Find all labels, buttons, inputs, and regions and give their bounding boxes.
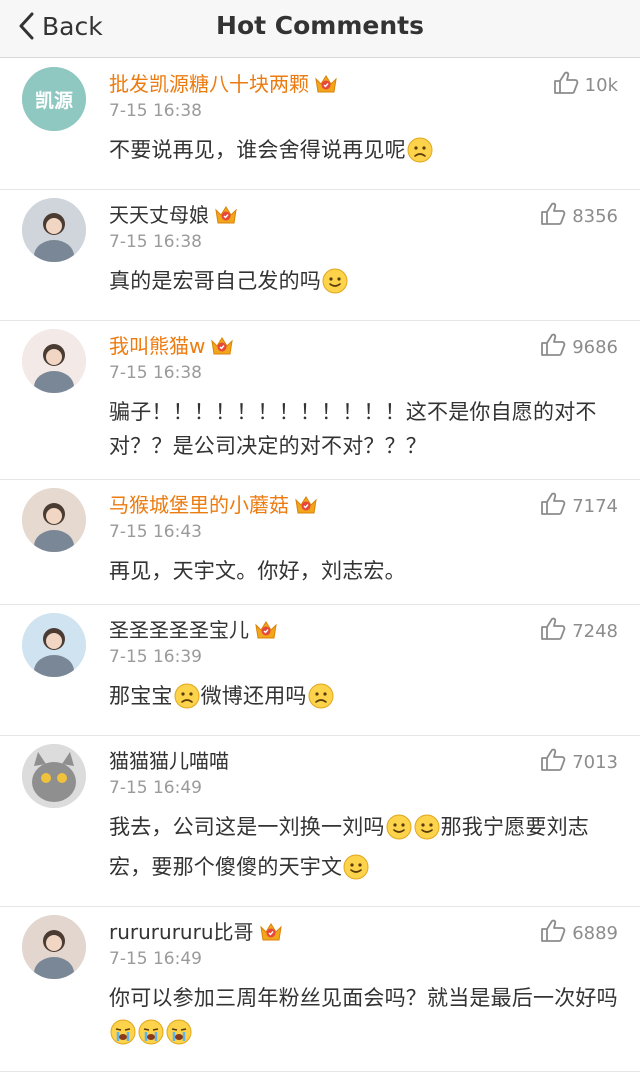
avatar[interactable] [22,488,86,552]
like-button[interactable]: 10k [553,71,618,99]
smile-emoji-icon [343,854,369,890]
avatar[interactable] [22,915,86,979]
comment-text-segment: 微博还用吗 [200,684,307,708]
avatar[interactable]: 凯源 [22,67,86,131]
vip-crown-icon [259,921,283,943]
thumbs-up-icon [540,919,566,947]
avatar[interactable] [22,198,86,262]
top-nav-bar: Back Hot Comments [0,0,640,58]
vip-crown-icon [254,619,278,641]
like-count: 10k [584,74,618,96]
username[interactable]: rururururu比哥 [109,918,254,946]
avatar[interactable] [22,613,86,677]
avatar[interactable] [22,329,86,393]
comment-time: 7-15 16:38 [109,232,202,252]
sad-emoji-icon [308,683,334,719]
comment-list: 凯源 批发凯源糖八十块两颗 7-15 16:38 10k 不要说再见，谁会舍得说再见呢天… [0,59,640,1072]
thumbs-up-icon [540,492,566,520]
vip-crown-icon [314,73,338,95]
chevron-left-icon [19,12,34,40]
like-button[interactable]: 7174 [540,492,618,520]
comment-text: 骗子！！！！！！！！！！！！这不是你自愿的对不对？？是公司决定的对不对？？？ [109,395,622,463]
like-count: 7013 [572,751,618,773]
comment-time: 7-15 16:49 [109,778,202,798]
sad-emoji-icon [174,683,200,719]
thumbs-up-icon [540,202,566,230]
comment-text: 再见，天宇文。你好，刘志宏。 [109,554,622,588]
comment-item[interactable]: 凯源 批发凯源糖八十块两颗 7-15 16:38 10k 不要说再见，谁会舍得说再见呢 [0,59,640,190]
like-count: 7248 [572,620,618,642]
like-count: 8356 [572,205,618,227]
comment-item[interactable]: 天天丈母娘 7-15 16:38 8356 真的是宏哥自己发的吗 [0,190,640,321]
cry-emoji-icon [110,1019,136,1055]
comment-text: 你可以参加三周年粉丝见面会吗？就当是最后一次好吗 [109,981,622,1055]
comment-text-segment: 你可以参加三周年粉丝见面会吗？就当是最后一次好吗 [109,986,618,1010]
like-button[interactable]: 7013 [540,748,618,776]
comment-text-segment: 真的是宏哥自己发的吗 [109,269,321,293]
comment-item[interactable]: 圣圣圣圣圣宝儿 7-15 16:39 7248 那宝宝 微博还用吗 [0,605,640,736]
vip-crown-icon [214,204,238,226]
comment-item[interactable]: 猫猫猫儿喵喵 7-15 16:49 7013 我去，公司这是一刘换一刘吗 那我宁愿要刘志… [0,736,640,907]
comment-time: 7-15 16:39 [109,647,202,667]
comment-text: 真的是宏哥自己发的吗 [109,264,622,304]
comment-text-segment: 骗子！！！！！！！！！！！！这不是你自愿的对不对？？是公司决定的对不对？？？ [109,400,597,458]
comment-time: 7-15 16:38 [109,363,202,383]
smile-emoji-icon [322,268,348,304]
comment-text: 那宝宝 微博还用吗 [109,679,622,719]
thumbs-up-icon [540,333,566,361]
back-button[interactable]: Back [18,8,103,44]
like-button[interactable]: 8356 [540,202,618,230]
like-button[interactable]: 6889 [540,919,618,947]
cry-emoji-icon [138,1019,164,1055]
comment-time: 7-15 16:38 [109,101,202,121]
sad-emoji-icon [407,137,433,173]
like-count: 7174 [572,495,618,517]
comment-text: 不要说再见，谁会舍得说再见呢 [109,133,622,173]
username[interactable]: 天天丈母娘 [109,201,209,229]
comment-time: 7-15 16:43 [109,522,202,542]
back-label: Back [42,11,103,41]
smile-emoji-icon [414,814,440,850]
username[interactable]: 马猴城堡里的小蘑菇 [109,491,289,519]
username[interactable]: 猫猫猫儿喵喵 [109,747,229,775]
comment-item[interactable]: 马猴城堡里的小蘑菇 7-15 16:43 7174 再见，天宇文。你好，刘志宏。 [0,480,640,605]
like-button[interactable]: 9686 [540,333,618,361]
thumbs-up-icon [540,748,566,776]
avatar[interactable] [22,744,86,808]
smile-emoji-icon [386,814,412,850]
comment-text: 我去，公司这是一刘换一刘吗 那我宁愿要刘志宏，要那个傻傻的天宇文 [109,810,622,890]
vip-crown-icon [210,335,234,357]
comment-time: 7-15 16:49 [109,949,202,969]
like-count: 6889 [572,922,618,944]
username[interactable]: 批发凯源糖八十块两颗 [109,70,309,98]
comment-item[interactable]: 我叫熊猫w 7-15 16:38 9686 骗子！！！！！！！！！！！！这不是你自愿的… [0,321,640,480]
comment-text-segment: 那宝宝 [109,684,173,708]
thumbs-up-icon [540,617,566,645]
comment-item[interactable]: rururururu比哥 7-15 16:49 6889 你可以参加三周年粉丝见面会吗… [0,907,640,1072]
comment-text-segment: 不要说再见，谁会舍得说再见呢 [109,138,406,162]
comment-text-segment: 我去，公司这是一刘换一刘吗 [109,815,385,839]
username[interactable]: 圣圣圣圣圣宝儿 [109,616,249,644]
thumbs-up-icon [553,71,579,99]
like-count: 9686 [572,336,618,358]
username[interactable]: 我叫熊猫w [109,332,205,360]
avatar-text: 凯源 [35,89,73,112]
vip-crown-icon [294,494,318,516]
comment-text-segment: 再见，天宇文。你好，刘志宏。 [109,559,406,583]
cry-emoji-icon [166,1019,192,1055]
like-button[interactable]: 7248 [540,617,618,645]
